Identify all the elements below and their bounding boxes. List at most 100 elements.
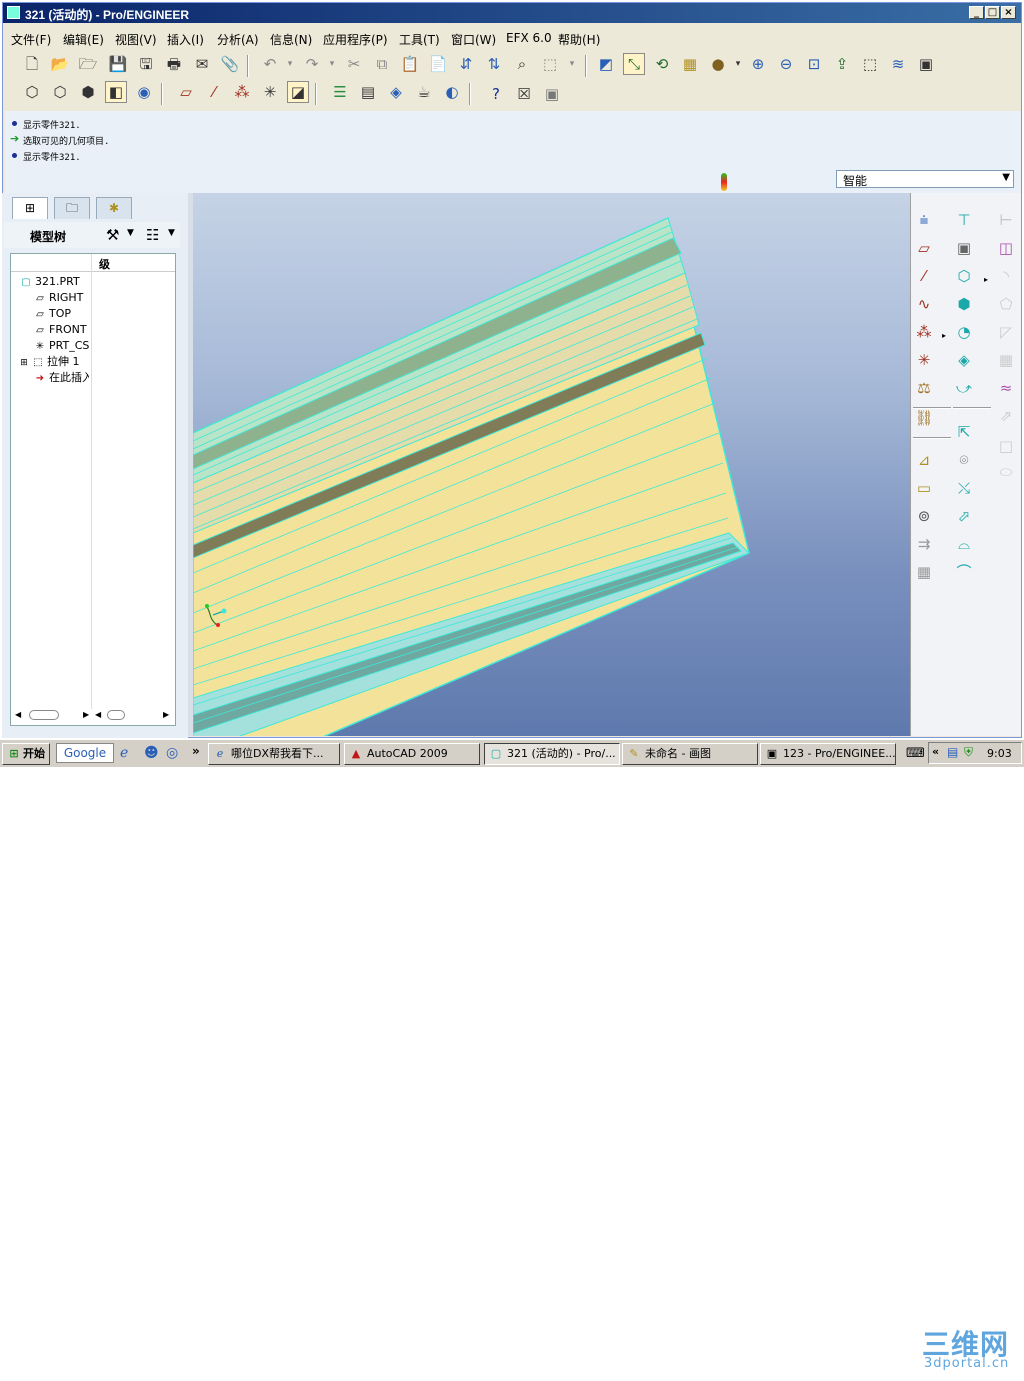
cut-icon[interactable]: ✂ <box>343 53 365 75</box>
spin-center-icon[interactable]: ⤡ <box>623 53 645 75</box>
tray-expand-chevron[interactable]: « <box>932 745 939 758</box>
datum-plane-display-icon[interactable]: ▱ <box>175 81 197 103</box>
scroll-left-icon[interactable]: ◀ <box>95 710 101 719</box>
select-box-icon[interactable]: ⬚ <box>539 53 561 75</box>
repaint-icon[interactable]: ◩ <box>595 53 617 75</box>
datum-point-icon[interactable]: ⁂ <box>913 321 935 343</box>
copy-icon[interactable]: ⧉ <box>371 53 393 75</box>
blend-icon[interactable]: ⬢ <box>953 293 975 315</box>
round-icon[interactable]: ⌾ <box>953 449 975 471</box>
no-hidden-icon[interactable]: ⬢ <box>77 81 99 103</box>
datum-display-icon[interactable]: ⩧ <box>913 209 935 231</box>
scroll-left-icon[interactable]: ◀ <box>15 710 21 719</box>
quicklaunch-browser-icon[interactable]: ◎ <box>166 745 178 761</box>
chamfer-icon[interactable]: ⤯ <box>953 477 975 499</box>
close-window-icon[interactable]: ☒ <box>513 83 535 105</box>
column-level-header[interactable]: 级 <box>99 256 110 272</box>
select-dropdown-icon[interactable]: ▾ <box>561 53 583 75</box>
tree-item-csys[interactable]: ✳ PRT_CSYS <box>33 338 89 354</box>
tree-item-right[interactable]: ▱ RIGHT <box>33 290 83 306</box>
menu-window[interactable]: 窗口(W) <box>451 31 496 48</box>
selection-filter-select[interactable]: 智能 ▼ <box>836 170 1014 188</box>
task-button-proe-active[interactable]: ▢ 321 (活动的) - Pro/... <box>484 743 620 765</box>
tab-folder-browser[interactable]: 🗀 <box>54 197 90 219</box>
copy-geometry-icon[interactable]: ⇉ <box>913 533 935 555</box>
thicken-icon[interactable]: ▦ <box>995 349 1017 371</box>
tree-item-insert-here[interactable]: ➜ 在此插入 <box>33 370 89 386</box>
view-manager-icon[interactable]: ▣ <box>915 53 937 75</box>
scroll-right-icon[interactable]: ▶ <box>83 710 89 719</box>
scroll-right-icon[interactable]: ▶ <box>163 710 169 719</box>
regen-manager-icon[interactable]: ⇅ <box>483 53 505 75</box>
quicklaunch-user-icon[interactable]: ☻ <box>144 745 159 761</box>
task-button-autocad[interactable]: ▲ AutoCAD 2009 <box>344 743 480 765</box>
datum-plane-icon[interactable]: ▱ <box>913 237 935 259</box>
chain-link-icon[interactable]: ⛓ <box>913 407 935 429</box>
style-icon[interactable]: ⌒ <box>953 561 975 583</box>
project-icon[interactable]: ⬭ <box>995 461 1017 483</box>
draft-icon[interactable]: ⇱ <box>953 421 975 443</box>
menu-edit[interactable]: 编辑(E) <box>63 31 104 48</box>
tree-settings-icon[interactable]: ⚒ <box>106 226 119 244</box>
swept-blend-icon[interactable]: ⬀ <box>953 505 975 527</box>
sketched-curve-icon[interactable]: ∿ <box>913 293 935 315</box>
chevron-right-icon[interactable]: ▸ <box>975 269 997 291</box>
tab-model-tree[interactable]: ⊞ <box>12 197 48 219</box>
task-button-paint[interactable]: ✎ 未命名 - 画图 <box>622 743 758 765</box>
appearance-dropdown-icon[interactable]: ▾ <box>727 53 749 75</box>
appearance-icon[interactable]: ▦ <box>679 53 701 75</box>
new-file-icon[interactable]: 🗋 <box>21 53 43 75</box>
revolve-icon[interactable]: ▣ <box>953 237 975 259</box>
minimize-button[interactable]: _ <box>969 6 984 19</box>
mail-recipient-icon[interactable]: ✉ <box>191 53 213 75</box>
model-display-icon[interactable]: ☰ <box>329 81 351 103</box>
quicklaunch-overflow[interactable]: » <box>192 744 200 758</box>
reorient-icon[interactable]: ⇪ <box>831 53 853 75</box>
zoom-in-icon[interactable]: ⊕ <box>747 53 769 75</box>
offset-icon[interactable]: ◸ <box>995 321 1017 343</box>
datum-csys-icon[interactable]: ✳ <box>913 349 935 371</box>
paste-icon[interactable]: 📋 <box>399 53 421 75</box>
mirror-icon[interactable]: ⊢ <box>995 209 1017 231</box>
undo-icon[interactable]: ↶ <box>259 53 281 75</box>
task-button-proe-123[interactable]: ▣ 123 - Pro/ENGINEE... <box>760 743 896 765</box>
open-session-icon[interactable]: 🗁 <box>77 53 99 75</box>
graphics-viewport[interactable] <box>193 193 910 736</box>
context-help-icon[interactable]: ? <box>485 83 507 105</box>
grid-icon[interactable]: ▦ <box>913 561 935 583</box>
task-button-forum[interactable]: ℯ 哪位DX帮我看下... <box>208 743 340 765</box>
google-toolbar[interactable]: Google <box>56 743 114 763</box>
save-icon[interactable]: 💾 <box>107 53 129 75</box>
security-shield-icon[interactable]: ⛨ <box>964 745 973 760</box>
print-icon[interactable]: 🖶 <box>163 53 185 75</box>
chevron-right-icon[interactable]: ▸ <box>933 325 955 347</box>
menu-efx[interactable]: EFX 6.0 <box>506 31 552 45</box>
sketch-tool-icon[interactable]: ⊿ <box>913 449 935 471</box>
csys-display-icon[interactable]: ✳ <box>259 81 281 103</box>
render-room-icon[interactable]: ◐ <box>441 81 463 103</box>
tree-item-top[interactable]: ▱ TOP <box>33 306 71 322</box>
prev-window-icon[interactable]: ▣ <box>541 83 563 105</box>
trim-icon[interactable]: ◝ <box>995 265 1017 287</box>
paste-special-icon[interactable]: 📄 <box>427 53 449 75</box>
menu-insert[interactable]: 插入(I) <box>167 31 204 48</box>
saved-views-icon[interactable]: ⬚ <box>859 53 881 75</box>
intersect-icon[interactable]: □ <box>995 435 1017 457</box>
start-button[interactable]: ⊞ 开始 <box>2 743 50 765</box>
maximize-button[interactable]: □ <box>985 6 1000 19</box>
undo-dropdown-icon[interactable]: ▾ <box>279 53 301 75</box>
tree-item-extrude[interactable]: ⊞ ⬚ 拉伸 1 <box>19 354 89 370</box>
analysis-feature-icon[interactable]: ⚖ <box>913 377 935 399</box>
pattern-icon[interactable]: ⇗ <box>995 405 1017 427</box>
render-icon[interactable]: ☕ <box>413 81 435 103</box>
wireframe-icon[interactable]: ⬡ <box>21 81 43 103</box>
redo-icon[interactable]: ↷ <box>301 53 323 75</box>
title-bar[interactable]: 321 (活动的) - Pro/ENGINEER _ □ × <box>3 3 1021 23</box>
menu-tools[interactable]: 工具(T) <box>399 31 440 48</box>
sweep-icon[interactable]: ⬡ <box>953 265 975 287</box>
menu-applications[interactable]: 应用程序(P) <box>323 31 388 48</box>
menu-view[interactable]: 视图(V) <box>115 31 157 48</box>
ie-icon[interactable]: ℯ <box>120 745 128 761</box>
shade-model-icon[interactable]: ▤ <box>357 81 379 103</box>
clock[interactable]: 9:03 <box>987 747 1012 760</box>
